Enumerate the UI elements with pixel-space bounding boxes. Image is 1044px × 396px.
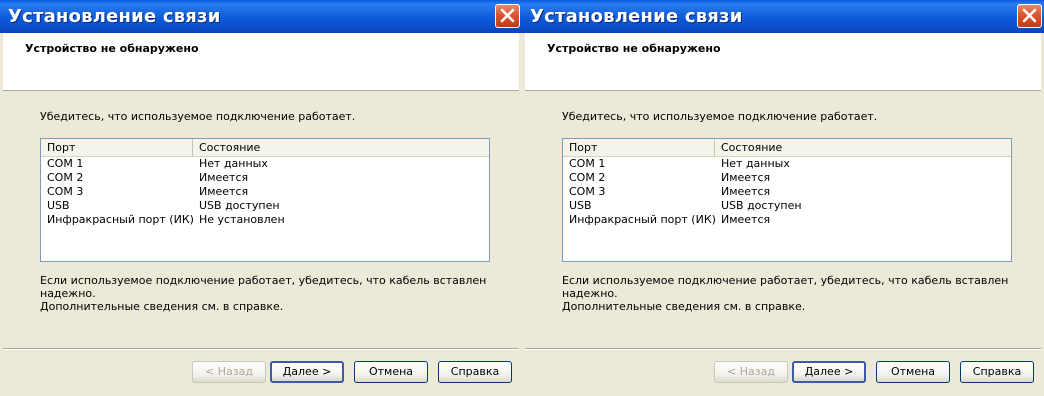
help-button[interactable]: Справка [960,361,1034,383]
help-note: Если используемое подключение работает, … [562,274,1044,313]
list-item[interactable]: USB USB доступен [563,199,1011,213]
status-cell: Имеется [721,185,771,198]
status-cell: Имеется [721,213,771,226]
header-title: Устройство не обнаружено [547,42,721,55]
connection-dialog-1: Установление связи Устройство не обнаруж… [0,0,522,396]
note-line-2: Дополнительные сведения см. в справке. [40,300,284,313]
column-header-port[interactable]: Порт [41,139,193,156]
button-separator [3,348,519,350]
port-cell: Инфракрасный порт (ИК) [569,213,716,226]
port-cell: COM 2 [47,171,84,184]
status-cell: Нет данных [199,157,268,170]
list-item[interactable]: Инфракрасный порт (ИК) Имеется [563,213,1011,227]
instruction-text: Убедитесь, что используемое подключение … [40,110,356,123]
list-item[interactable]: COM 2 Имеется [41,171,489,185]
cancel-button[interactable]: Отмена [876,361,950,383]
list-item[interactable]: COM 1 Нет данных [563,157,1011,171]
status-cell: Нет данных [721,157,790,170]
status-cell: Имеется [199,171,249,184]
cancel-button[interactable]: Отмена [354,361,428,383]
port-cell: COM 1 [569,157,606,170]
port-cell: COM 3 [47,185,84,198]
status-cell: USB доступен [199,199,280,212]
port-cell: COM 2 [569,171,606,184]
list-item[interactable]: COM 2 Имеется [563,171,1011,185]
list-header: Порт Состояние [41,139,489,157]
port-cell: USB [47,199,70,212]
close-button[interactable] [495,4,520,28]
list-item[interactable]: USB USB доступен [41,199,489,213]
close-icon [1022,8,1037,23]
port-cell: COM 1 [47,157,84,170]
list-item[interactable]: COM 3 Имеется [41,185,489,199]
port-cell: Инфракрасный порт (ИК) [47,213,194,226]
back-button[interactable]: < Назад [192,361,266,383]
instruction-text: Убедитесь, что используемое подключение … [562,110,878,123]
port-list[interactable]: Порт Состояние COM 1 Нет данных COM 2 Им… [40,138,490,262]
list-item[interactable]: COM 3 Имеется [563,185,1011,199]
help-note: Если используемое подключение работает, … [40,274,522,313]
wizard-header: Устройство не обнаружено [525,33,1041,91]
list-header: Порт Состояние [563,139,1011,157]
window-title: Установление связи [530,6,743,27]
status-cell: Имеется [721,171,771,184]
next-button[interactable]: Далее > [792,361,866,383]
back-button[interactable]: < Назад [714,361,788,383]
connection-dialog-2: Установление связи Устройство не обнаруж… [522,0,1044,396]
title-bar[interactable]: Установление связи [522,0,1044,33]
status-cell: USB доступен [721,199,802,212]
status-cell: Имеется [199,185,249,198]
port-cell: USB [569,199,592,212]
column-header-status[interactable]: Состояние [715,139,1011,156]
port-list[interactable]: Порт Состояние COM 1 Нет данных COM 2 Им… [562,138,1012,262]
window-title: Установление связи [8,6,221,27]
button-separator [525,348,1041,350]
port-cell: COM 3 [569,185,606,198]
list-item[interactable]: COM 1 Нет данных [41,157,489,171]
close-icon [500,8,515,23]
header-title: Устройство не обнаружено [25,42,199,55]
close-button[interactable] [1017,4,1042,28]
title-bar[interactable]: Установление связи [0,0,522,33]
wizard-header: Устройство не обнаружено [3,33,519,91]
note-line-1: Если используемое подключение работает, … [562,274,1009,300]
note-line-1: Если используемое подключение работает, … [40,274,487,300]
column-header-status[interactable]: Состояние [193,139,489,156]
help-button[interactable]: Справка [438,361,512,383]
status-cell: Не установлен [199,213,285,226]
next-button[interactable]: Далее > [270,361,344,383]
column-header-port[interactable]: Порт [563,139,715,156]
list-item[interactable]: Инфракрасный порт (ИК) Не установлен [41,213,489,227]
note-line-2: Дополнительные сведения см. в справке. [562,300,806,313]
